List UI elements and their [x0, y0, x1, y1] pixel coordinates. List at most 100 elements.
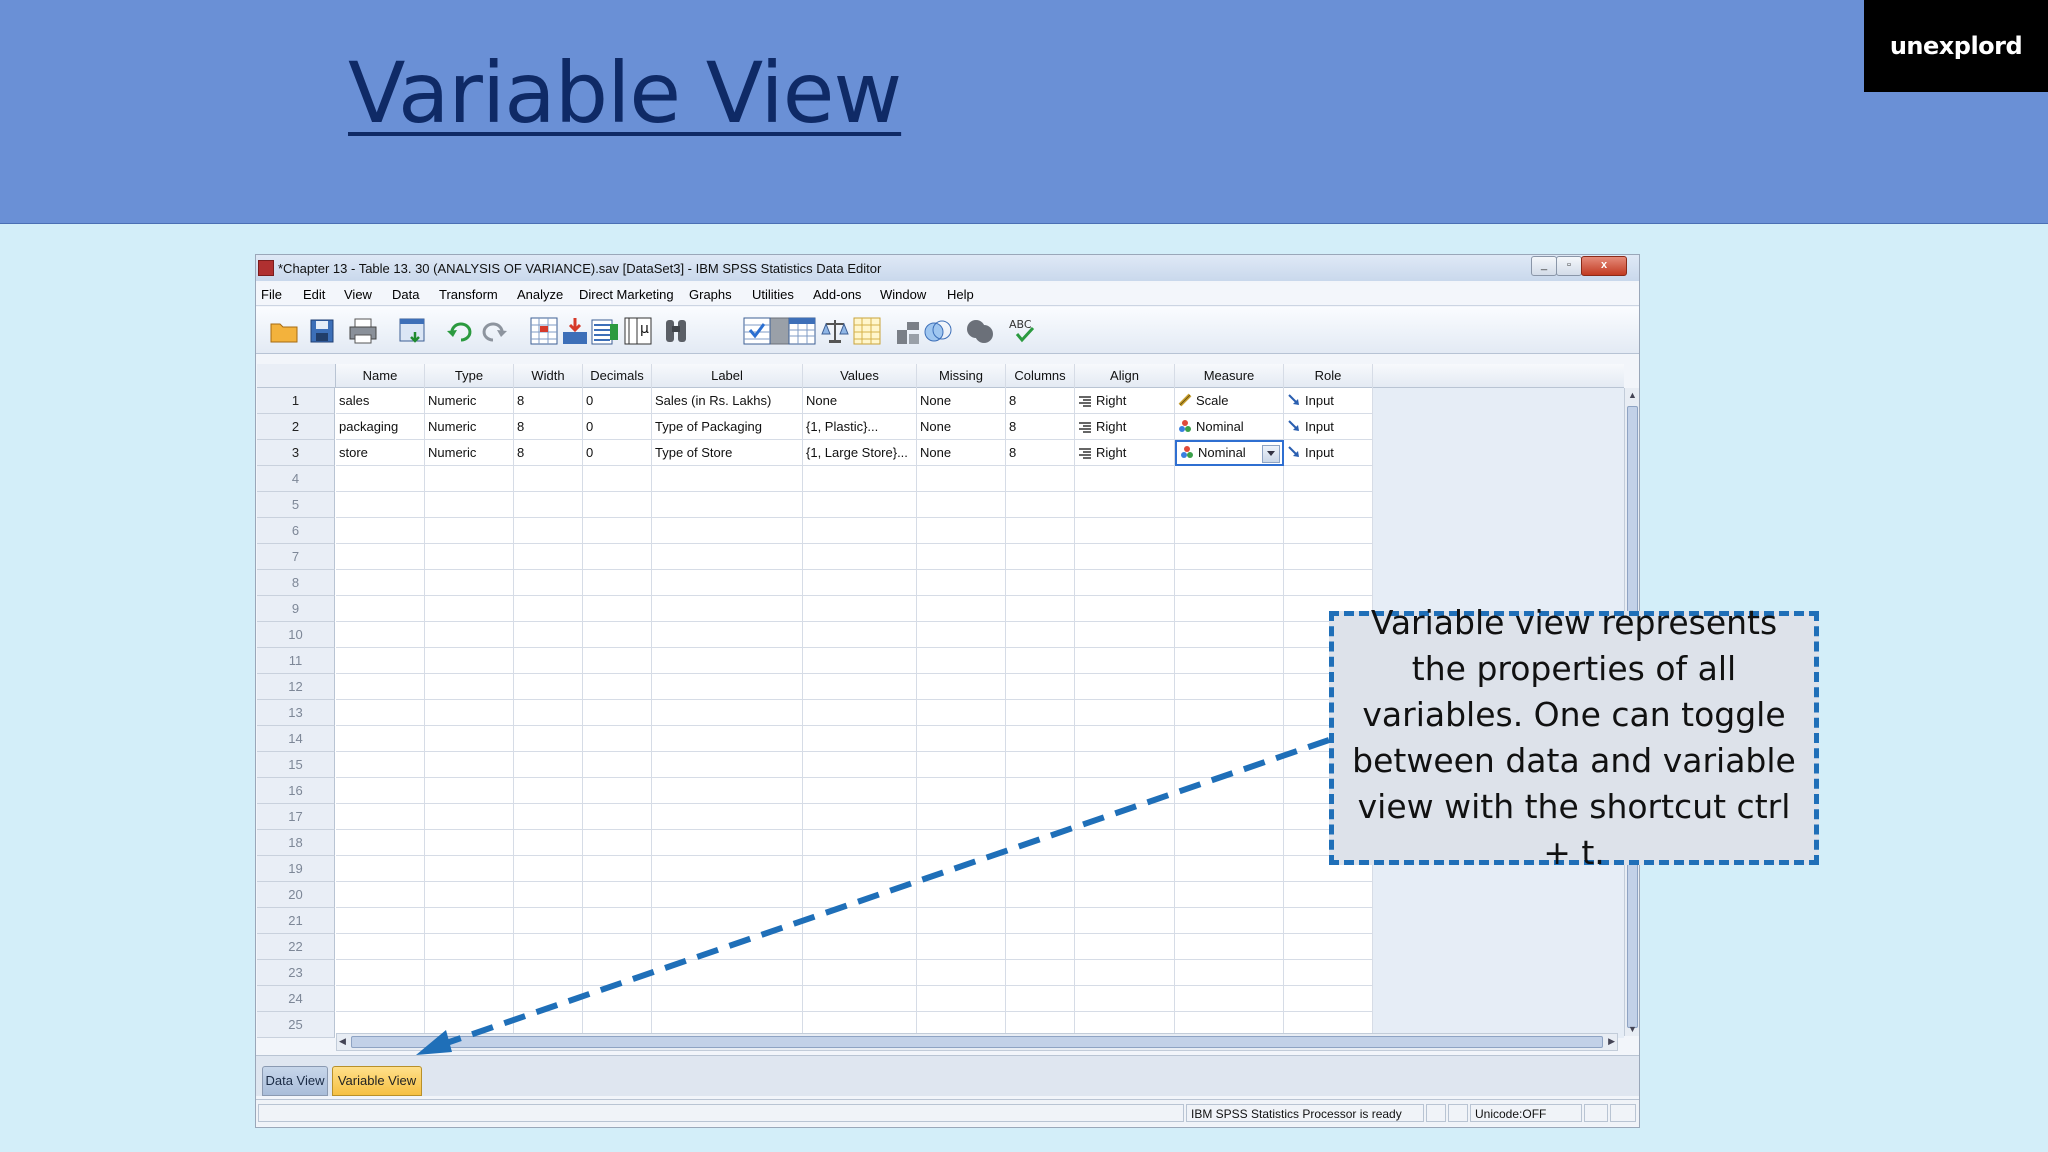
- scroll-right-arrow-icon[interactable]: ▶: [1608, 1036, 1615, 1047]
- cell-label[interactable]: Sales (in Rs. Lakhs): [652, 388, 803, 414]
- row-header-18[interactable]: 18: [257, 830, 335, 856]
- cell-columns[interactable]: 8: [1006, 388, 1075, 414]
- cell-role[interactable]: Input: [1284, 388, 1373, 414]
- row-header-25[interactable]: 25: [257, 1012, 335, 1038]
- cell-name[interactable]: packaging: [336, 414, 425, 440]
- menu-view[interactable]: View: [344, 287, 372, 302]
- select-cases-icon[interactable]: [851, 315, 883, 347]
- cell-decimals[interactable]: 0: [583, 388, 652, 414]
- open-icon[interactable]: [268, 315, 300, 347]
- recall-dialog-icon[interactable]: [397, 315, 429, 347]
- cell-missing[interactable]: None: [917, 388, 1006, 414]
- menu-add-ons[interactable]: Add-ons: [813, 287, 861, 302]
- row-header-7[interactable]: 7: [257, 544, 335, 570]
- row-header-14[interactable]: 14: [257, 726, 335, 752]
- row-header-22[interactable]: 22: [257, 934, 335, 960]
- row-header-15[interactable]: 15: [257, 752, 335, 778]
- row-header-6[interactable]: 6: [257, 518, 335, 544]
- row-header-23[interactable]: 23: [257, 960, 335, 986]
- col-header-label[interactable]: Label: [652, 364, 803, 388]
- scroll-left-arrow-icon[interactable]: ◀: [339, 1036, 346, 1047]
- row-header-19[interactable]: 19: [257, 856, 335, 882]
- cell-align[interactable]: Right: [1075, 440, 1175, 466]
- row-header-8[interactable]: 8: [257, 570, 335, 596]
- scroll-down-arrow-icon[interactable]: ▼: [1628, 1024, 1637, 1034]
- col-header-width[interactable]: Width: [514, 364, 583, 388]
- cell-missing[interactable]: None: [917, 414, 1006, 440]
- row-header-21[interactable]: 21: [257, 908, 335, 934]
- cell-type[interactable]: Numeric: [425, 414, 514, 440]
- row-header-17[interactable]: 17: [257, 804, 335, 830]
- maximize-button[interactable]: ▫: [1556, 256, 1582, 276]
- spell-check-icon[interactable]: ABC: [1006, 315, 1038, 347]
- close-button[interactable]: x: [1581, 256, 1627, 276]
- menu-transform[interactable]: Transform: [439, 287, 498, 302]
- col-header-missing[interactable]: Missing: [917, 364, 1006, 388]
- menu-edit[interactable]: Edit: [303, 287, 325, 302]
- cell-role[interactable]: Input: [1284, 440, 1373, 466]
- horizontal-scroll-thumb[interactable]: [351, 1036, 1603, 1048]
- cell-width[interactable]: 8: [514, 414, 583, 440]
- row-header-3[interactable]: 3: [257, 440, 335, 466]
- cell-decimals[interactable]: 0: [583, 440, 652, 466]
- row-header-10[interactable]: 10: [257, 622, 335, 648]
- cell-values[interactable]: {1, Large Store}...: [803, 440, 917, 466]
- menu-graphs[interactable]: Graphs: [689, 287, 732, 302]
- cell-align[interactable]: Right: [1075, 414, 1175, 440]
- tab-variable-view[interactable]: Variable View: [332, 1066, 422, 1096]
- row-header-5[interactable]: 5: [257, 492, 335, 518]
- col-header-measure[interactable]: Measure: [1175, 364, 1284, 388]
- save-icon[interactable]: [306, 315, 338, 347]
- split-file-icon[interactable]: [786, 315, 818, 347]
- cell-decimals[interactable]: 0: [583, 414, 652, 440]
- row-header-16[interactable]: 16: [257, 778, 335, 804]
- cell-type[interactable]: Numeric: [425, 440, 514, 466]
- menu-direct-marketing[interactable]: Direct Marketing: [579, 287, 674, 302]
- cell-type[interactable]: Numeric: [425, 388, 514, 414]
- menu-file[interactable]: File: [261, 287, 282, 302]
- use-sets-icon[interactable]: [922, 315, 954, 347]
- minimize-button[interactable]: _: [1531, 256, 1557, 276]
- measure-dropdown-button[interactable]: [1262, 445, 1280, 463]
- row-header-1[interactable]: 1: [257, 388, 335, 414]
- cell-values[interactable]: {1, Plastic}...: [803, 414, 917, 440]
- cell-width[interactable]: 8: [514, 440, 583, 466]
- cell-measure[interactable]: Scale: [1175, 388, 1284, 414]
- col-header-align[interactable]: Align: [1075, 364, 1175, 388]
- cell-name[interactable]: sales: [336, 388, 425, 414]
- cell-align[interactable]: Right: [1075, 388, 1175, 414]
- menu-utilities[interactable]: Utilities: [752, 287, 794, 302]
- row-header-20[interactable]: 20: [257, 882, 335, 908]
- show-all-icon[interactable]: [964, 315, 996, 347]
- menu-data[interactable]: Data: [392, 287, 419, 302]
- row-header-2[interactable]: 2: [257, 414, 335, 440]
- cell-width[interactable]: 8: [514, 388, 583, 414]
- col-header-columns[interactable]: Columns: [1006, 364, 1075, 388]
- horizontal-scrollbar[interactable]: ◀ ▶: [336, 1033, 1618, 1051]
- cell-missing[interactable]: None: [917, 440, 1006, 466]
- menu-window[interactable]: Window: [880, 287, 926, 302]
- cell-name[interactable]: store: [336, 440, 425, 466]
- variables-icon[interactable]: [589, 315, 621, 347]
- row-header-11[interactable]: 11: [257, 648, 335, 674]
- find-icon[interactable]: [660, 315, 692, 347]
- menu-analyze[interactable]: Analyze: [517, 287, 563, 302]
- undo-icon[interactable]: [444, 315, 476, 347]
- cell-columns[interactable]: 8: [1006, 440, 1075, 466]
- cell-columns[interactable]: 8: [1006, 414, 1075, 440]
- row-header-12[interactable]: 12: [257, 674, 335, 700]
- value-labels-icon[interactable]: [892, 315, 924, 347]
- cell-role[interactable]: Input: [1284, 414, 1373, 440]
- col-header-type[interactable]: Type: [425, 364, 514, 388]
- col-header-role[interactable]: Role: [1284, 364, 1373, 388]
- col-header-values[interactable]: Values: [803, 364, 917, 388]
- cell-values[interactable]: None: [803, 388, 917, 414]
- row-header-9[interactable]: 9: [257, 596, 335, 622]
- run-descriptive-icon[interactable]: μ: [622, 315, 654, 347]
- goto-case-icon[interactable]: [528, 315, 560, 347]
- col-header-decimals[interactable]: Decimals: [583, 364, 652, 388]
- tab-data-view[interactable]: Data View: [262, 1066, 328, 1096]
- weight-cases-icon[interactable]: [819, 315, 851, 347]
- print-icon[interactable]: [347, 315, 379, 347]
- col-header-name[interactable]: Name: [336, 364, 425, 388]
